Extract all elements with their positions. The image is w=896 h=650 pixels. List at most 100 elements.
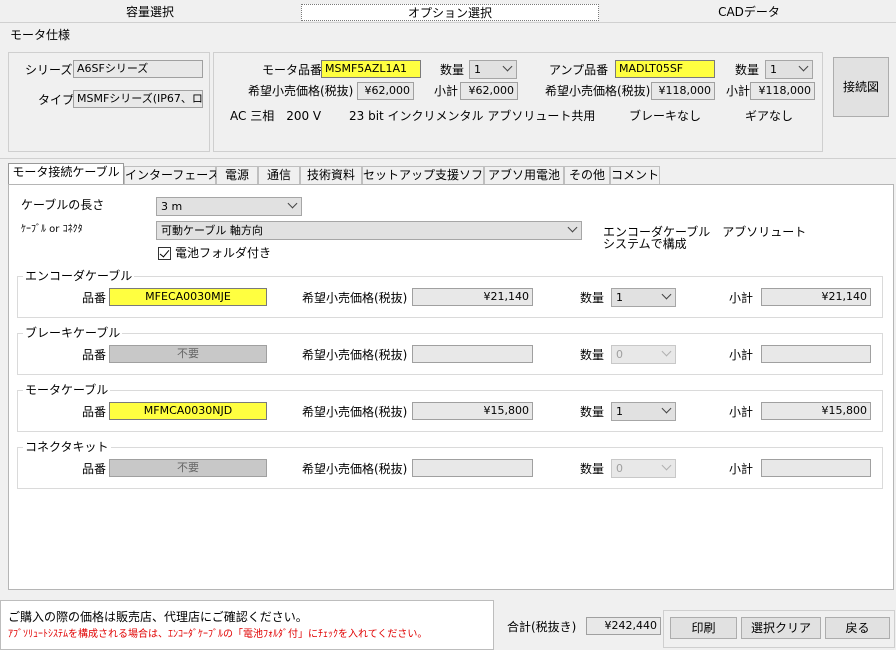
amp-subtotal-field: ¥118,000 — [750, 82, 815, 100]
chevron-down-icon — [287, 198, 298, 209]
chevron-down-icon — [502, 61, 513, 72]
subtotal-label: 小計 — [729, 405, 754, 419]
encoder-text: 23 bit インクリメンタル アブソリュート共用 — [349, 109, 596, 123]
qty-select: 0 — [611, 345, 676, 364]
part-label: 品番 — [82, 348, 107, 362]
cable-length-label: ケーブルの長さ — [21, 198, 105, 212]
cable-length-value: 3 m — [161, 200, 183, 213]
back-button[interactable]: 戻る — [825, 617, 890, 639]
qty-label: 数量 — [580, 462, 605, 476]
part-field: 不要 — [109, 345, 267, 363]
amp-qty-select[interactable]: 1 — [765, 60, 813, 79]
motor-qty-label: 数量 — [440, 63, 465, 77]
clear-selection-button[interactable]: 選択クリア — [741, 617, 821, 639]
price-field: ¥21,140 — [412, 288, 533, 306]
amp-qty-label: 数量 — [735, 63, 760, 77]
amp-part-field: MADLT05SF — [615, 60, 715, 78]
subtotal-field — [761, 459, 871, 477]
subtotal-field: ¥15,800 — [761, 402, 871, 420]
motor-part-label: モータ品番 — [262, 63, 323, 77]
type-label: タイプ — [38, 93, 75, 107]
qty-value: 1 — [616, 291, 623, 304]
motor-qty-select[interactable]: 1 — [469, 60, 517, 79]
section-title: コネクタキット — [23, 438, 111, 455]
part-field: MFECA0030MJE — [109, 288, 267, 306]
footer-notes — [0, 600, 494, 650]
tab-technical-docs[interactable]: 技術資料 — [300, 166, 362, 184]
chevron-down-icon — [661, 403, 672, 414]
total-label: 合計(税抜き) — [507, 620, 577, 634]
power-text: AC 三相 200 V — [230, 109, 322, 123]
tab-capacity[interactable]: 容量選択 — [0, 4, 300, 21]
motor-subtotal-label: 小計 — [434, 84, 459, 98]
amp-price-label: 希望小売価格(税抜) — [545, 84, 651, 98]
subtotal-label: 小計 — [729, 291, 754, 305]
cable-length-select[interactable]: 3 m — [156, 197, 302, 216]
tab-motor-cable[interactable]: モータ接続ケーブル — [8, 163, 124, 185]
part-label: 品番 — [82, 405, 107, 419]
chevron-down-icon — [567, 222, 578, 233]
section-title: モータケーブル — [23, 381, 111, 398]
tab-power[interactable]: 電源 — [216, 166, 258, 184]
gear-text: ギアなし — [745, 109, 794, 123]
brake-text: ブレーキなし — [629, 109, 702, 123]
motor-price-field: ¥62,000 — [357, 82, 414, 100]
price-label: 希望小売価格(税抜) — [302, 348, 408, 362]
tab-abso-battery[interactable]: アブソ用電池 — [484, 166, 564, 184]
series-label: シリーズ — [25, 63, 73, 77]
price-field — [412, 345, 533, 363]
amp-price-field: ¥118,000 — [651, 82, 715, 100]
chevron-down-icon — [798, 61, 809, 72]
section-title: エンコーダケーブル — [23, 267, 135, 284]
subtotal-field: ¥21,140 — [761, 288, 871, 306]
connector-label: ｹｰﾌﾞﾙ or ｺﾈｸﾀ — [21, 224, 83, 235]
connector-select[interactable]: 可動ケーブル 軸方向 — [156, 221, 582, 240]
price-note: ご購入の際の価格は販売店、代理店にご確認ください。 — [8, 610, 308, 624]
series-field: A6SFシリーズ — [73, 60, 203, 78]
motor-price-label: 希望小売価格(税抜) — [248, 84, 354, 98]
encoder-note: エンコーダケーブル アブソリュート システムで構成 — [603, 225, 807, 251]
tab-setup-software[interactable]: セットアップ支援ソフト — [362, 166, 495, 184]
battery-holder-checkbox[interactable] — [158, 247, 171, 260]
qty-value: 0 — [616, 348, 623, 361]
section-title: ブレーキケーブル — [23, 324, 123, 341]
connection-diagram-button[interactable]: 接続図 — [833, 57, 889, 117]
amp-qty-value: 1 — [770, 63, 777, 76]
tab-interface[interactable]: インターフェース — [124, 166, 220, 184]
qty-select: 0 — [611, 459, 676, 478]
part-label: 品番 — [82, 462, 107, 476]
tab-comment[interactable]: コメント — [610, 166, 660, 184]
subtotal-field — [761, 345, 871, 363]
part-label: 品番 — [82, 291, 107, 305]
type-field: MSMFシリーズ(IP67、ロ — [73, 90, 203, 108]
chevron-down-icon — [661, 289, 672, 300]
connector-value: 可動ケーブル 軸方向 — [161, 224, 263, 237]
chevron-down-icon — [661, 346, 672, 357]
tab-communication[interactable]: 通信 — [258, 166, 300, 184]
price-field: ¥15,800 — [412, 402, 533, 420]
price-label: 希望小売価格(税抜) — [302, 405, 408, 419]
motor-subtotal-field: ¥62,000 — [460, 82, 518, 100]
part-field: MFMCA0030NJD — [109, 402, 267, 420]
qty-label: 数量 — [580, 291, 605, 305]
tab-options[interactable]: オプション選択 — [301, 4, 599, 21]
print-button[interactable]: 印刷 — [670, 617, 737, 639]
part-field: 不要 — [109, 459, 267, 477]
tab-other[interactable]: その他 — [564, 166, 610, 184]
tab-cad[interactable]: CADデータ — [602, 4, 896, 21]
chevron-down-icon — [661, 460, 672, 471]
subtotal-label: 小計 — [729, 462, 754, 476]
battery-holder-label: 電池フォルダ付き — [175, 246, 272, 260]
absolute-note: ｱﾌﾞｿﾘｭｰﾄｼｽﾃﾑを構成される場合は、ｴﾝｺｰﾀﾞｹｰﾌﾞﾙの「電池ﾌｫﾙ… — [8, 629, 428, 640]
motor-spec-label: モータ仕様 — [10, 28, 71, 42]
price-label: 希望小売価格(税抜) — [302, 291, 408, 305]
subtotal-label: 小計 — [729, 348, 754, 362]
total-field: ¥242,440 — [586, 617, 661, 635]
motor-qty-value: 1 — [474, 63, 481, 76]
price-label: 希望小売価格(税抜) — [302, 462, 408, 476]
amp-part-label: アンプ品番 — [549, 63, 609, 77]
qty-select[interactable]: 1 — [611, 402, 676, 421]
price-field — [412, 459, 533, 477]
qty-select[interactable]: 1 — [611, 288, 676, 307]
qty-label: 数量 — [580, 348, 605, 362]
